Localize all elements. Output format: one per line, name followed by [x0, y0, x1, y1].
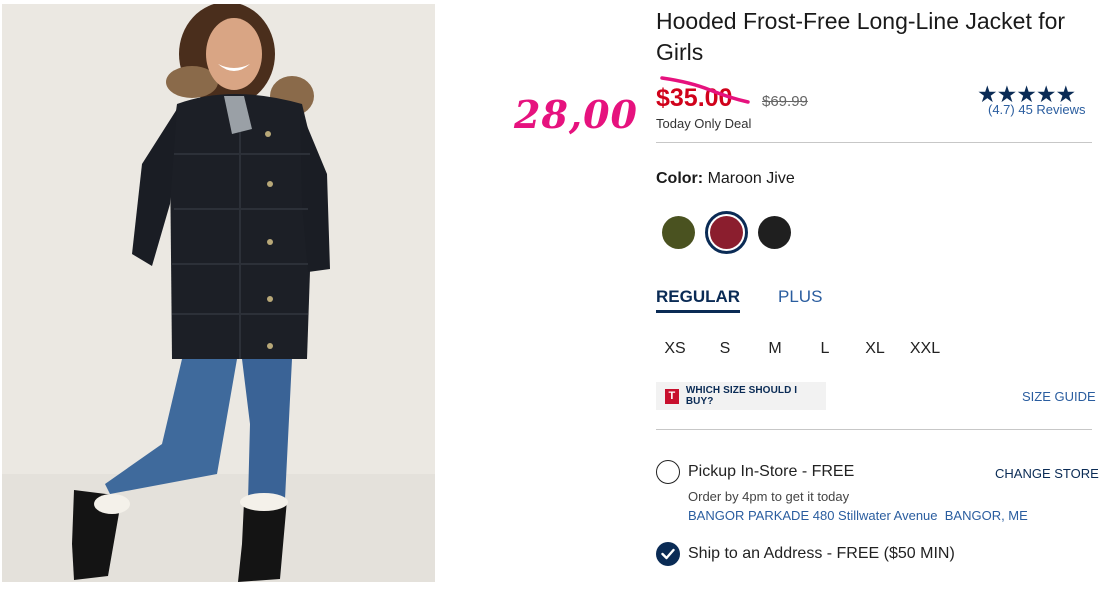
- deal-label: Today Only Deal: [656, 116, 752, 131]
- tab-plus[interactable]: PLUS: [778, 287, 822, 307]
- divider: [656, 142, 1092, 143]
- tab-regular[interactable]: REGULAR: [656, 287, 741, 313]
- divider: [656, 429, 1092, 430]
- product-image[interactable]: [2, 4, 435, 582]
- size-option-m[interactable]: M: [755, 340, 795, 358]
- store-address-link[interactable]: BANGOR PARKADE 480 Stillwater Avenue BAN…: [688, 508, 1028, 523]
- ship-label[interactable]: Ship to an Address - FREE ($50 MIN): [688, 545, 955, 563]
- which-size-button[interactable]: T WHICH SIZE SHOULD I BUY?: [656, 382, 826, 410]
- which-size-label: WHICH SIZE SHOULD I BUY?: [685, 385, 798, 407]
- size-option-s[interactable]: S: [705, 340, 745, 358]
- size-option-xxl[interactable]: XXL: [905, 340, 945, 358]
- pickup-label[interactable]: Pickup In-Store - FREE: [688, 463, 854, 481]
- original-price: $69.99: [762, 93, 808, 110]
- size-option-l[interactable]: L: [805, 340, 845, 358]
- ship-checkbox[interactable]: [656, 542, 680, 566]
- size-option-xs[interactable]: XS: [655, 340, 695, 358]
- handwritten-strikethrough: [660, 76, 750, 104]
- order-by-text: Order by 4pm to get it today: [688, 489, 850, 504]
- selected-color-name: Maroon Jive: [707, 170, 795, 187]
- color-swatch-olive[interactable]: [662, 216, 695, 249]
- handwritten-price-annotation: 28,00: [514, 92, 638, 137]
- color-label: Color:: [656, 170, 704, 187]
- color-swatch-black[interactable]: [758, 216, 791, 249]
- true-fit-icon: T: [665, 388, 679, 404]
- checkmark-icon: [661, 548, 675, 560]
- color-label-row: Color: Maroon Jive: [656, 170, 795, 188]
- reviews-link[interactable]: (4.7) 45 Reviews: [988, 102, 1086, 117]
- pickup-radio[interactable]: [656, 460, 680, 484]
- color-swatch-maroon[interactable]: [710, 216, 743, 249]
- size-option-xl[interactable]: XL: [855, 340, 895, 358]
- product-title: Hooded Frost-Free Long-Line Jacket for G…: [656, 8, 1066, 65]
- size-guide-link[interactable]: SIZE GUIDE: [1022, 389, 1096, 404]
- change-store-link[interactable]: CHANGE STORE: [995, 466, 1099, 481]
